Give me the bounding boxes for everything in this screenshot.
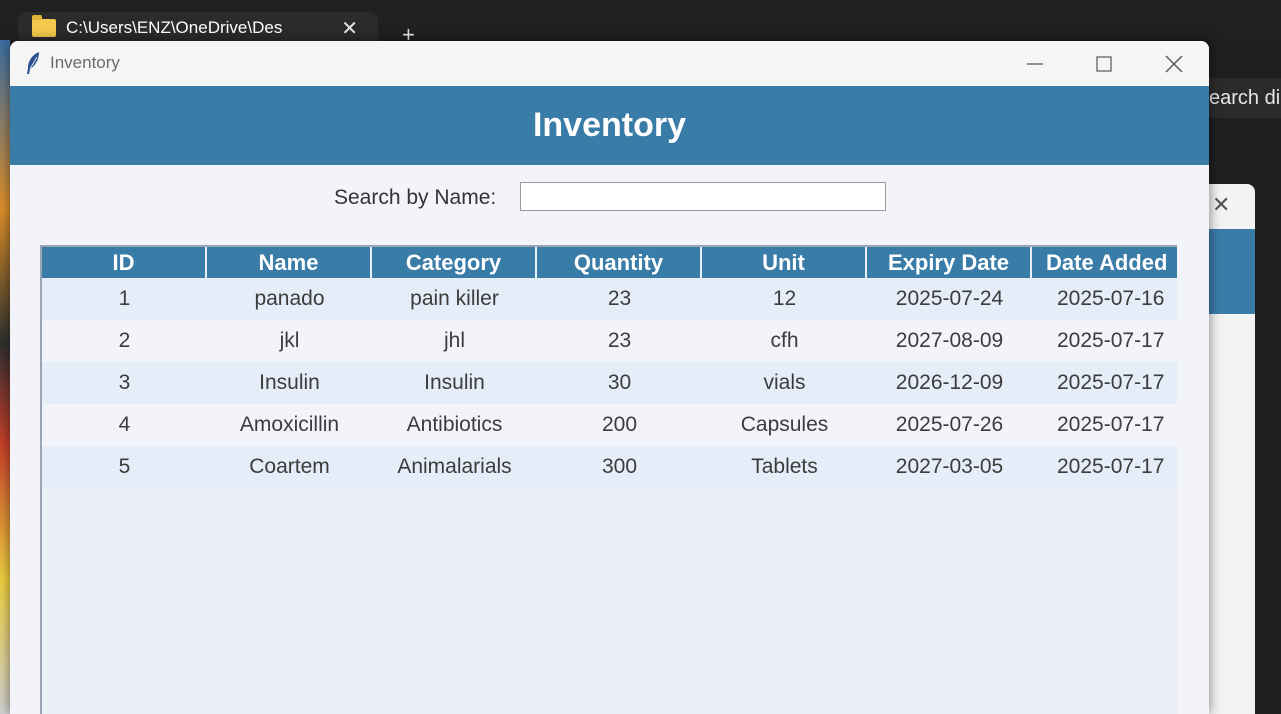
page-header: Inventory <box>10 86 1209 165</box>
cell-unit: Tablets <box>751 455 818 478</box>
window-title: Inventory <box>50 53 120 72</box>
search-label: Search by Name: <box>334 186 497 209</box>
cell-date-added: 2025-07-17 <box>1057 413 1165 436</box>
background-dialog-close-icon[interactable]: ✕ <box>1212 192 1230 218</box>
table-header: ID Name Category Quantity Unit Expiry Da… <box>42 247 1177 278</box>
minimize-icon <box>1027 62 1043 65</box>
table-row[interactable]: 5 Coartem Animalarials 300 Tablets 2027-… <box>42 446 1177 488</box>
background-dialog-header <box>1209 229 1255 314</box>
maximize-button[interactable] <box>1074 41 1134 86</box>
cell-id: 3 <box>118 371 131 394</box>
table-row[interactable]: 3 Insulin Insulin 30 vials 2026-12-09 20… <box>42 362 1177 404</box>
cell-expiry-date: 2027-03-05 <box>895 455 1004 478</box>
cell-id: 5 <box>118 455 131 478</box>
cell-unit: 12 <box>772 287 797 310</box>
cell-category: Antibiotics <box>406 413 503 436</box>
minimize-button[interactable] <box>1005 41 1065 86</box>
inventory-table: ID Name Category Quantity Unit Expiry Da… <box>40 245 1177 714</box>
column-header-name[interactable]: Name <box>207 247 372 278</box>
cell-name: Amoxicillin <box>239 413 340 436</box>
column-header-unit[interactable]: Unit <box>702 247 867 278</box>
maximize-icon <box>1096 55 1112 72</box>
column-header-category[interactable]: Category <box>372 247 537 278</box>
cell-name: Insulin <box>259 371 320 394</box>
column-header-expiry-date[interactable]: Expiry Date <box>867 247 1032 278</box>
cell-expiry-date: 2025-07-24 <box>895 287 1004 310</box>
cell-date-added: 2025-07-17 <box>1057 455 1165 478</box>
cell-date-added: 2025-07-17 <box>1057 329 1165 352</box>
cell-unit: cfh <box>770 329 799 352</box>
folder-icon <box>32 15 56 37</box>
cell-unit: vials <box>763 371 806 394</box>
cell-id: 4 <box>118 413 131 436</box>
tab-close-icon[interactable]: ✕ <box>341 16 358 41</box>
explorer-tab[interactable]: C:\Users\ENZ\OneDrive\Des ✕ <box>18 12 378 44</box>
column-header-quantity[interactable]: Quantity <box>537 247 702 278</box>
explorer-tab-title: C:\Users\ENZ\OneDrive\Des <box>66 18 283 37</box>
cell-category: jhl <box>443 329 465 352</box>
cell-unit: Capsules <box>740 413 829 436</box>
cell-category: pain killer <box>410 287 499 310</box>
cell-quantity: 23 <box>607 287 632 310</box>
cell-date-added: 2025-07-16 <box>1057 287 1165 310</box>
table-row[interactable]: 1 panado pain killer 23 12 2025-07-24 20… <box>42 278 1177 320</box>
feather-icon <box>27 52 39 74</box>
page-title: Inventory <box>532 106 687 144</box>
inventory-window: Inventory Inventory Search by Name: ID N… <box>10 41 1209 714</box>
close-button[interactable] <box>1144 41 1204 86</box>
cell-date-added: 2025-07-17 <box>1057 371 1165 394</box>
cell-quantity: 300 <box>601 455 638 478</box>
cell-category: Insulin <box>424 371 485 394</box>
cell-quantity: 30 <box>607 371 632 394</box>
cell-name: panado <box>254 287 325 310</box>
search-input[interactable] <box>520 182 886 211</box>
main-content: Search by Name: ID Name Category Quantit… <box>10 165 1209 714</box>
table-row[interactable]: 4 Amoxicillin Antibiotics 200 Capsules 2… <box>42 404 1177 446</box>
cell-quantity: 200 <box>601 413 638 436</box>
table-row[interactable]: 2 jkl jhl 23 cfh 2027-08-09 2025-07-17 <box>42 320 1177 362</box>
cell-id: 2 <box>118 329 131 352</box>
cell-id: 1 <box>118 287 131 310</box>
desktop-background-strip <box>0 40 10 714</box>
column-header-date-added[interactable]: Date Added <box>1032 247 1177 278</box>
title-bar[interactable]: Inventory <box>10 41 1209 86</box>
explorer-search-box[interactable]: earch di <box>1209 78 1281 118</box>
cell-name: jkl <box>279 329 300 352</box>
cell-name: Coartem <box>249 455 330 478</box>
cell-expiry-date: 2026-12-09 <box>895 371 1004 394</box>
cell-category: Animalarials <box>397 455 512 478</box>
cell-expiry-date: 2027-08-09 <box>895 329 1004 352</box>
column-header-id[interactable]: ID <box>42 247 207 278</box>
cell-expiry-date: 2025-07-26 <box>895 413 1004 436</box>
close-icon <box>1165 55 1183 72</box>
cell-quantity: 23 <box>607 329 632 352</box>
